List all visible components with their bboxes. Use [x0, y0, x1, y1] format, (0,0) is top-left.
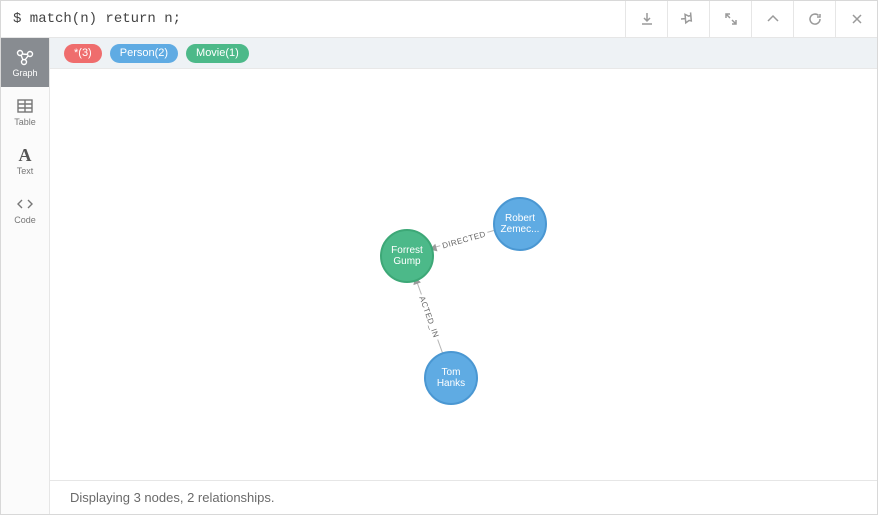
- pill-all[interactable]: *(3): [64, 44, 102, 63]
- edge-label: ACTED_IN: [417, 293, 442, 341]
- tab-text[interactable]: A Text: [1, 136, 49, 185]
- graph-node-tom[interactable]: TomHanks: [424, 351, 478, 405]
- close-button[interactable]: [835, 1, 877, 37]
- graph-node-robert[interactable]: RobertZemec...: [493, 197, 547, 251]
- graph-icon: [15, 48, 35, 66]
- collapse-up-button[interactable]: [751, 1, 793, 37]
- query-text: $ match(n) return n;: [1, 1, 625, 37]
- pin-button[interactable]: [667, 1, 709, 37]
- node-label: ForrestGump: [391, 245, 423, 268]
- toolbar-buttons: [625, 1, 877, 37]
- tab-graph[interactable]: Graph: [1, 38, 49, 87]
- tab-table[interactable]: Table: [1, 87, 49, 136]
- pill-person[interactable]: Person(2): [110, 44, 178, 63]
- node-label: RobertZemec...: [501, 213, 540, 236]
- graph-node-forrest[interactable]: ForrestGump: [380, 229, 434, 283]
- expand-button[interactable]: [709, 1, 751, 37]
- expand-icon: [723, 11, 739, 27]
- view-sidebar: Graph Table A Text Code: [1, 38, 50, 514]
- pin-icon: [681, 11, 697, 27]
- graph-canvas[interactable]: DIRECTED ACTED_IN RobertZemec... ForrestGum…: [50, 69, 877, 480]
- tab-label: Table: [14, 117, 36, 127]
- tab-label: Graph: [12, 68, 37, 78]
- close-icon: [849, 11, 865, 27]
- tab-code[interactable]: Code: [1, 185, 49, 234]
- topbar: $ match(n) return n;: [1, 1, 877, 38]
- result-frame: $ match(n) return n;: [0, 0, 878, 515]
- main-panel: *(3) Person(2) Movie(1) DIRECTED ACTED_IN…: [50, 38, 877, 514]
- code-icon: [15, 195, 35, 213]
- chevron-up-icon: [765, 11, 781, 27]
- tab-label: Code: [14, 215, 36, 225]
- edge-label: DIRECTED: [439, 229, 488, 251]
- refresh-icon: [807, 11, 823, 27]
- label-pillbar: *(3) Person(2) Movie(1): [50, 38, 877, 69]
- text-icon: A: [15, 146, 35, 164]
- status-footer: Displaying 3 nodes, 2 relationships.: [50, 480, 877, 514]
- refresh-button[interactable]: [793, 1, 835, 37]
- body: Graph Table A Text Code *(3): [1, 38, 877, 514]
- download-icon: [639, 11, 655, 27]
- download-button[interactable]: [625, 1, 667, 37]
- node-label: TomHanks: [437, 367, 465, 390]
- tab-label: Text: [17, 166, 34, 176]
- table-icon: [15, 97, 35, 115]
- pill-movie[interactable]: Movie(1): [186, 44, 249, 63]
